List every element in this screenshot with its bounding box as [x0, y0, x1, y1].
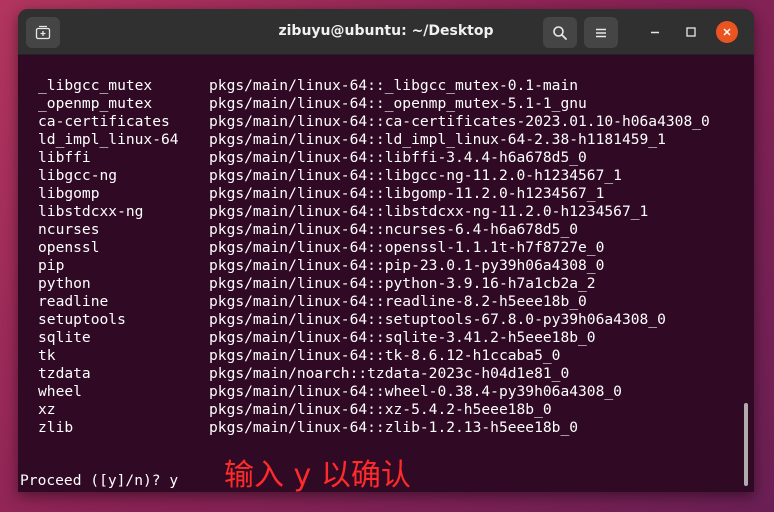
package-name: pip — [38, 257, 65, 274]
close-icon — [723, 28, 731, 36]
package-row: libstdcxx-ng pkgs/main/linux-64::libstdcx… — [38, 203, 648, 221]
package-name: ca-certificates — [38, 113, 170, 130]
package-row: setuptools pkgs/main/linux-64::setuptools… — [38, 311, 666, 329]
package-source: pkgs/main/linux-64::python-3.9.16-h7a1cb… — [209, 275, 596, 292]
package-row: sqlite pkgs/main/linux-64::sqlite-3.41.2-… — [38, 329, 596, 347]
package-source: pkgs/main/linux-64::wheel-0.38.4-py39h06… — [209, 383, 622, 400]
package-source: pkgs/main/linux-64::pip-23.0.1-py39h06a4… — [209, 257, 605, 274]
package-name: libffi — [38, 149, 91, 166]
package-row: openssl pkgs/main/linux-64::openssl-1.1.1… — [38, 239, 604, 257]
package-row: wheel pkgs/main/linux-64::wheel-0.38.4-py… — [38, 383, 622, 401]
package-name: ld_impl_linux-64 — [38, 131, 179, 148]
package-source: pkgs/main/noarch::tzdata-2023c-h04d1e81_… — [209, 365, 570, 382]
package-source: pkgs/main/linux-64::libgomp-11.2.0-h1234… — [209, 185, 605, 202]
package-name: zlib — [38, 419, 74, 436]
package-source: pkgs/main/linux-64::ld_impl_linux-64-2.3… — [209, 131, 666, 148]
package-source: pkgs/main/linux-64::sqlite-3.41.2-h5eee1… — [209, 329, 596, 346]
package-source: pkgs/main/linux-64::openssl-1.1.1t-h7f87… — [209, 239, 605, 256]
terminal-window: zibuyu@ubuntu: ~/Desktop _libgcc_mutex p… — [18, 9, 754, 492]
package-source: pkgs/main/linux-64::_openmp_mutex-5.1-1_… — [209, 95, 587, 112]
package-row: libgomp pkgs/main/linux-64::libgomp-11.2.… — [38, 185, 604, 203]
package-name: readline — [38, 293, 109, 310]
package-name: ncurses — [38, 221, 100, 238]
package-name: tzdata — [38, 365, 91, 382]
package-row: tk pkgs/main/linux-64::tk-8.6.12-h1ccaba5… — [38, 347, 560, 365]
search-button[interactable] — [543, 17, 577, 48]
package-source: pkgs/main/linux-64::_libgcc_mutex-0.1-ma… — [209, 77, 579, 94]
package-source: pkgs/main/linux-64::readline-8.2-h5eee18… — [209, 293, 587, 310]
terminal-output[interactable]: _libgcc_mutex pkgs/main/linux-64::_libgcc… — [18, 56, 754, 492]
package-row: pip pkgs/main/linux-64::pip-23.0.1-py39h0… — [38, 257, 604, 275]
package-source: pkgs/main/linux-64::ncurses-6.4-h6a678d5… — [209, 221, 579, 238]
package-row: zlib pkgs/main/linux-64::zlib-1.2.13-h5ee… — [38, 419, 578, 437]
search-icon — [553, 25, 567, 40]
package-name: xz — [38, 401, 56, 418]
package-source: pkgs/main/linux-64::libstdcxx-ng-11.2.0-… — [209, 203, 649, 220]
package-row: ca-certificates pkgs/main/linux-64::ca-ce… — [38, 113, 710, 131]
package-row: _openmp_mutex pkgs/main/linux-64::_openmp… — [38, 95, 587, 113]
package-name: libgomp — [38, 185, 100, 202]
package-name: tk — [38, 347, 56, 364]
package-name: wheel — [38, 383, 82, 400]
package-row: readline pkgs/main/linux-64::readline-8.2… — [38, 293, 587, 311]
package-row: xz pkgs/main/linux-64::xz-5.4.2-h5eee18b_… — [38, 401, 552, 419]
package-name: sqlite — [38, 329, 91, 346]
package-source: pkgs/main/linux-64::setuptools-67.8.0-py… — [209, 311, 666, 328]
proceed-prompt[interactable]: Proceed ([y]/n)? y — [20, 472, 178, 490]
package-row: libffi pkgs/main/linux-64::libffi-3.4.4-h… — [38, 149, 587, 167]
package-row: ld_impl_linux-64 pkgs/main/linux-64::ld_i… — [38, 131, 666, 149]
package-source: pkgs/main/linux-64::xz-5.4.2-h5eee18b_0 — [209, 401, 552, 418]
package-name: _libgcc_mutex — [38, 77, 153, 94]
maximize-icon — [686, 27, 696, 37]
hamburger-menu-icon — [596, 28, 606, 37]
package-name: setuptools — [38, 311, 126, 328]
minimize-button[interactable] — [644, 21, 666, 43]
maximize-button[interactable] — [680, 21, 702, 43]
package-source: pkgs/main/linux-64::libgcc-ng-11.2.0-h12… — [209, 167, 622, 184]
package-source: pkgs/main/linux-64::libffi-3.4.4-h6a678d… — [209, 149, 587, 166]
close-button[interactable] — [716, 21, 738, 43]
package-name: openssl — [38, 239, 100, 256]
annotation-label: 输入 y 以确认 — [224, 458, 411, 492]
package-source: pkgs/main/linux-64::zlib-1.2.13-h5eee18b… — [209, 419, 579, 436]
scrollbar-thumb[interactable] — [744, 403, 748, 486]
package-name: libstdcxx-ng — [38, 203, 144, 220]
package-name: libgcc-ng — [38, 167, 118, 184]
menu-button[interactable] — [584, 17, 618, 48]
package-name: python — [38, 275, 91, 292]
package-row: ncurses pkgs/main/linux-64::ncurses-6.4-h… — [38, 221, 578, 239]
package-row: _libgcc_mutex pkgs/main/linux-64::_libgcc… — [38, 77, 578, 95]
package-source: pkgs/main/linux-64::ca-certificates-2023… — [209, 113, 710, 130]
title-bar[interactable]: zibuyu@ubuntu: ~/Desktop — [18, 9, 754, 55]
package-row: libgcc-ng pkgs/main/linux-64::libgcc-ng-1… — [38, 167, 622, 185]
package-name: _openmp_mutex — [38, 95, 153, 112]
package-row: python pkgs/main/linux-64::python-3.9.16-… — [38, 275, 596, 293]
package-source: pkgs/main/linux-64::tk-8.6.12-h1ccaba5_0 — [209, 347, 561, 364]
package-row: tzdata pkgs/main/noarch::tzdata-2023c-h04… — [38, 365, 569, 383]
minimize-icon — [651, 31, 659, 34]
